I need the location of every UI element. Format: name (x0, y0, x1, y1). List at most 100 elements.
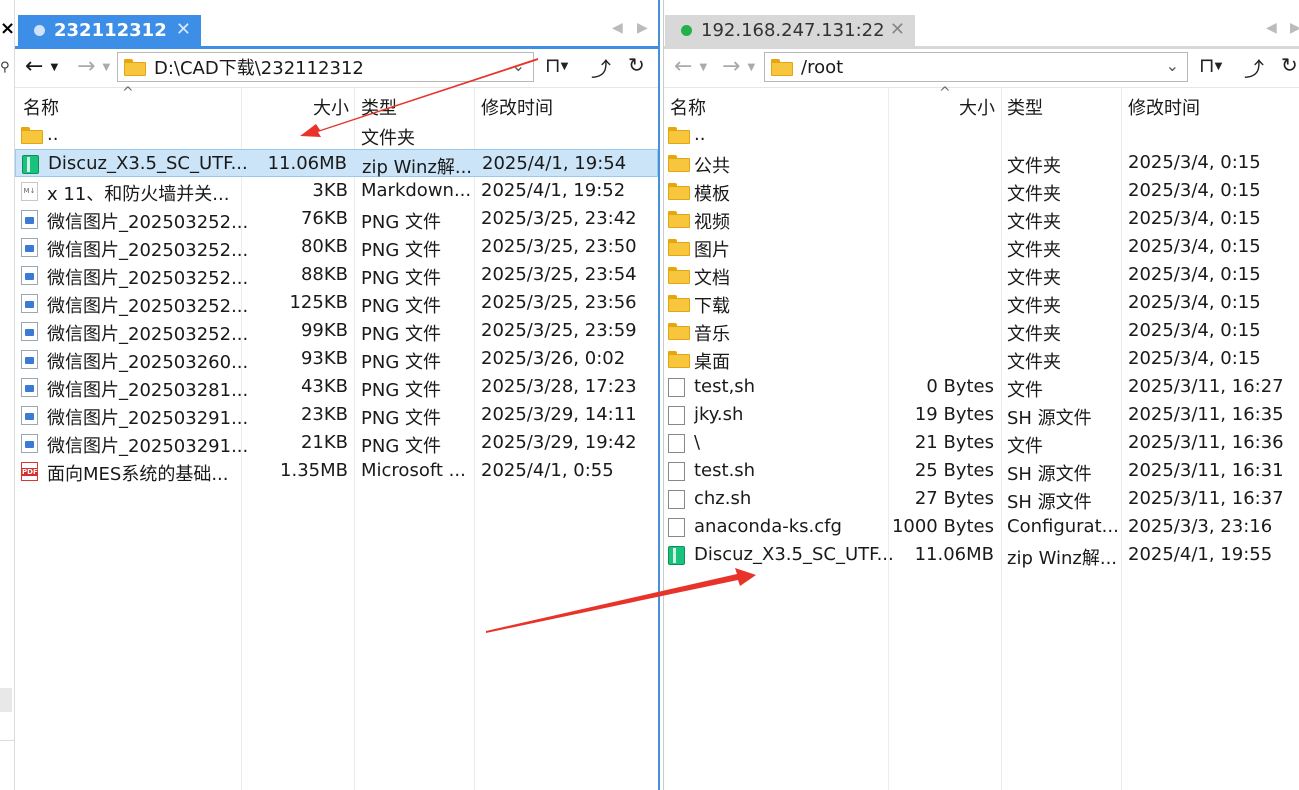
tab-local[interactable]: 232112312 ✕ (18, 15, 201, 46)
file-row[interactable]: 微信图片_202503281... 43KB PNG 文件 2025/3/28, 17… (15, 373, 658, 401)
file-modified: 2025/3/28, 17:23 (481, 376, 637, 397)
chevron-down-icon[interactable]: ⌄ (512, 56, 525, 75)
folder-icon (771, 58, 793, 76)
close-icon[interactable]: × (0, 18, 15, 39)
tab-scroll-right-icon[interactable]: ▶ (1290, 20, 1299, 36)
file-size: 76KB (300, 208, 348, 229)
address-bar[interactable]: /root ⌄ (764, 52, 1188, 82)
file-name: Discuz_X3.5_SC_UTF... (694, 544, 894, 565)
file-row[interactable]: 微信图片_202503260... 93KB PNG 文件 2025/3/26, 0:… (15, 345, 658, 373)
parent-folder-button[interactable]: ⤴ (591, 53, 611, 82)
tab-scroll-left-icon[interactable]: ◀ (612, 20, 623, 36)
file-row[interactable]: PDF 面向MES系统的基础... 1.35MB Microsoft ... 2025/… (15, 457, 658, 485)
tab-remote[interactable]: 192.168.247.131:22 ✕ (665, 15, 915, 46)
address-bar[interactable]: D:\CAD下载\232112312 ⌄ (117, 52, 534, 82)
folder-icon (668, 351, 690, 370)
file-size: 43KB (300, 376, 348, 397)
bookmark-button[interactable]: ⊓▼ (1199, 53, 1222, 77)
search-icon[interactable]: ⚲ (0, 60, 10, 75)
file-type: 文件夹 (1007, 184, 1061, 205)
folder-icon (668, 155, 690, 174)
file-name: 图片 (694, 240, 730, 261)
file-name: 视频 (694, 212, 730, 233)
file-row[interactable]: anaconda-ks.cfg 1000 Bytes Configurat... 20… (664, 513, 1299, 541)
tab-close-icon[interactable]: ✕ (890, 19, 905, 40)
tab-close-icon[interactable]: ✕ (176, 19, 191, 40)
file-row[interactable]: 微信图片_202503252... 76KB PNG 文件 2025/3/25, 23… (15, 205, 658, 233)
file-row[interactable]: 文档 文件夹 2025/3/4, 0:15 (664, 261, 1299, 289)
column-modified[interactable]: 修改时间 (1128, 94, 1200, 120)
file-row[interactable]: 下载 文件夹 2025/3/4, 0:15 (664, 289, 1299, 317)
column-size[interactable]: 大小 (959, 94, 995, 120)
file-modified: 2025/3/4, 0:15 (1128, 208, 1261, 229)
tab-scroll-right-icon[interactable]: ▶ (637, 20, 648, 36)
file-type: PNG 文件 (361, 352, 441, 373)
file-type: 文件夹 (1007, 324, 1061, 345)
file-row[interactable]: 模板 文件夹 2025/3/4, 0:15 (664, 177, 1299, 205)
file-row[interactable]: 微信图片_202503291... 21KB PNG 文件 2025/3/29, 19… (15, 429, 658, 457)
column-name[interactable]: 名称 (670, 94, 706, 120)
file-type: 文件夹 (1007, 268, 1061, 289)
column-type[interactable]: 类型 (1007, 94, 1043, 120)
file-icon (668, 378, 685, 397)
file-row[interactable]: 视频 文件夹 2025/3/4, 0:15 (664, 205, 1299, 233)
refresh-button[interactable]: ↻ (1281, 53, 1298, 77)
column-size[interactable]: 大小 (313, 94, 349, 120)
folder-icon (668, 211, 690, 230)
file-row[interactable]: jky.sh 19 Bytes SH 源文件 2025/3/11, 16:35 (664, 401, 1299, 429)
file-row[interactable]: Discuz_X3.5_SC_UTF... 11.06MB zip Winz解...… (664, 541, 1299, 569)
file-row[interactable]: 微信图片_202503291... 23KB PNG 文件 2025/3/29, 14… (15, 401, 658, 429)
file-type: PNG 文件 (361, 324, 441, 345)
file-modified: 2025/3/29, 19:42 (481, 432, 637, 453)
sort-caret-icon: ^ (939, 85, 951, 101)
forward-button[interactable]: → ▼ (77, 54, 110, 84)
file-row[interactable]: .. (664, 121, 1299, 149)
scroll-handle[interactable] (0, 688, 12, 712)
file-modified: 2025/3/25, 23:56 (481, 292, 637, 313)
file-row[interactable]: test,sh 0 Bytes 文件 2025/3/11, 16:27 (664, 373, 1299, 401)
file-row[interactable]: test.sh 25 Bytes SH 源文件 2025/3/11, 16:31 (664, 457, 1299, 485)
file-row[interactable]: 音乐 文件夹 2025/3/4, 0:15 (664, 317, 1299, 345)
column-type[interactable]: 类型 (361, 94, 397, 120)
bookmark-button[interactable]: ⊓▼ (545, 53, 568, 77)
file-row[interactable]: 微信图片_202503252... 80KB PNG 文件 2025/3/25, 23… (15, 233, 658, 261)
file-row[interactable]: \ 21 Bytes 文件 2025/3/11, 16:36 (664, 429, 1299, 457)
file-size: 99KB (300, 320, 348, 341)
file-row[interactable]: .. 文件夹 (15, 121, 658, 149)
file-modified: 2025/4/1, 19:55 (1128, 544, 1273, 565)
file-name: Discuz_X3.5_SC_UTF... (48, 153, 248, 174)
file-modified: 2025/3/4, 0:15 (1128, 264, 1261, 285)
file-size: 21 Bytes (914, 432, 994, 453)
file-row[interactable]: 桌面 文件夹 2025/3/4, 0:15 (664, 345, 1299, 373)
file-row[interactable]: 图片 文件夹 2025/3/4, 0:15 (664, 233, 1299, 261)
back-button[interactable]: ← ▼ (25, 54, 58, 84)
parent-folder-button[interactable]: ⤴ (1244, 53, 1264, 82)
file-modified: 2025/3/11, 16:35 (1128, 404, 1284, 425)
file-modified: 2025/4/1, 19:52 (481, 180, 626, 201)
folder-icon (124, 58, 146, 76)
column-modified[interactable]: 修改时间 (481, 94, 553, 120)
back-button[interactable]: ← ▼ (674, 54, 707, 84)
file-row[interactable]: Discuz_X3.5_SC_UTF... 11.06MB zip Winz解...… (15, 149, 658, 178)
file-row[interactable]: 微信图片_202503252... 88KB PNG 文件 2025/3/25, 23… (15, 261, 658, 289)
forward-button[interactable]: → ▼ (722, 54, 755, 84)
file-type: PNG 文件 (361, 380, 441, 401)
chevron-down-icon[interactable]: ⌄ (1166, 56, 1179, 75)
image-icon (21, 238, 38, 257)
file-row[interactable]: M↓ x 11、和防火墙并关... 3KB Markdown... 2025/4/1, … (15, 177, 658, 205)
file-type: SH 源文件 (1007, 464, 1092, 485)
file-row[interactable]: 微信图片_202503252... 99KB PNG 文件 2025/3/25, 23… (15, 317, 658, 345)
tab-scroll-left-icon[interactable]: ◀ (1266, 20, 1277, 36)
column-name[interactable]: 名称 (23, 94, 59, 120)
refresh-button[interactable]: ↻ (628, 53, 645, 77)
file-type: Markdown... (361, 180, 472, 201)
file-type: PNG 文件 (361, 240, 441, 261)
file-row[interactable]: 微信图片_202503252... 125KB PNG 文件 2025/3/25, 2… (15, 289, 658, 317)
folder-icon (668, 267, 690, 286)
file-row[interactable]: chz.sh 27 Bytes SH 源文件 2025/3/11, 16:37 (664, 485, 1299, 513)
file-row[interactable]: 公共 文件夹 2025/3/4, 0:15 (664, 149, 1299, 177)
zip-icon (22, 155, 39, 174)
image-icon (21, 322, 38, 341)
address-path: /root (801, 56, 844, 78)
folder-icon (668, 183, 690, 202)
